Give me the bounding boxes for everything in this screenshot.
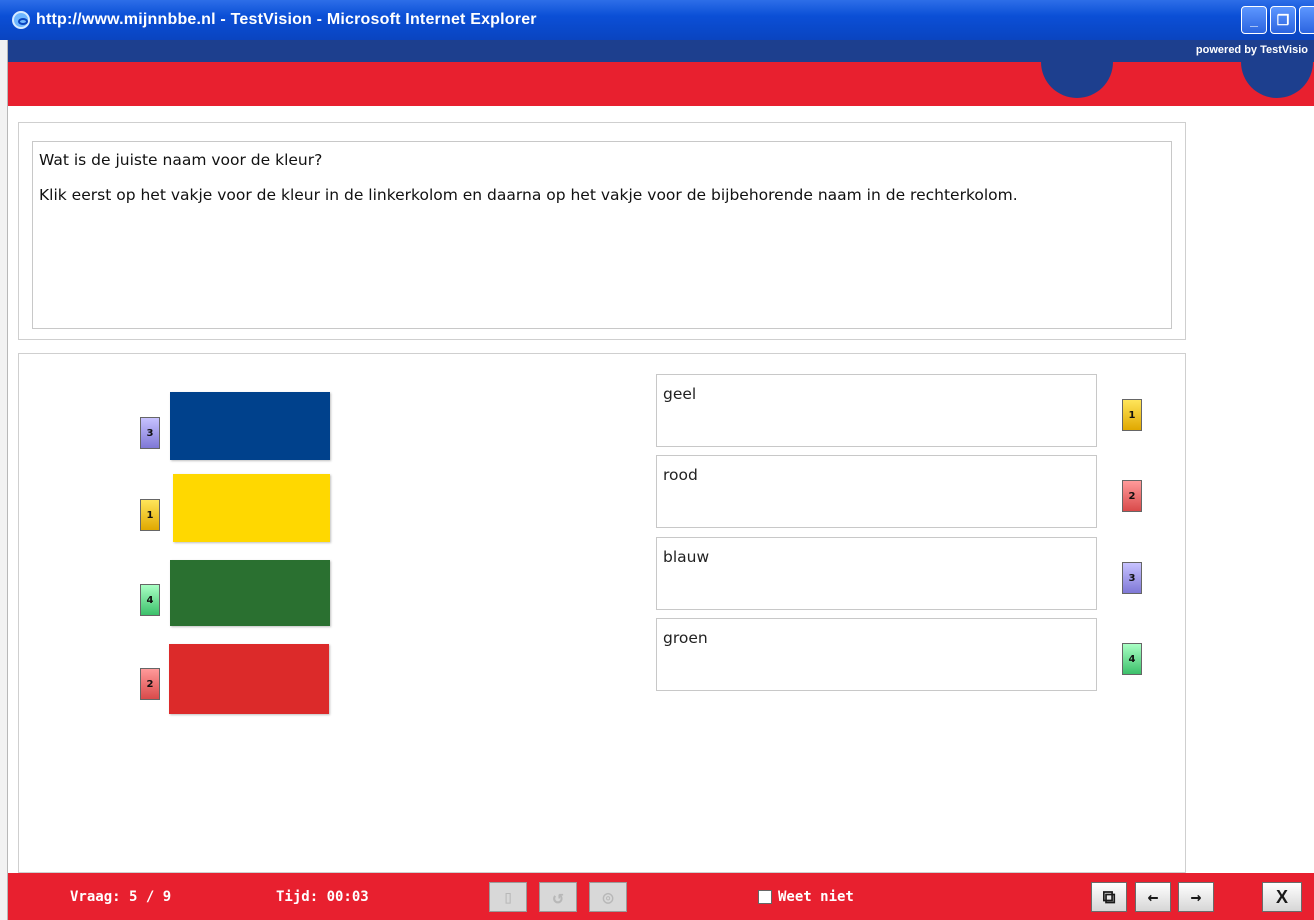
color-swatch-yellow[interactable] [173,474,330,542]
window-left-border [0,40,8,920]
internet-explorer-icon [12,11,30,29]
question-panel: Wat is de juiste naam voor de kleur? Kli… [18,122,1186,340]
timer: Tijd: 00:03 [276,889,369,905]
color-name-box: groen [656,618,1097,691]
close-test-button[interactable]: X [1262,882,1302,912]
header-circle-decoration [1241,62,1313,98]
color-swatch-blue[interactable] [170,392,330,460]
maximize-button[interactable]: ❐ [1270,6,1296,34]
color-name-box: geel [656,374,1097,447]
question-prompt: Wat is de juiste naam voor de kleur? [39,151,323,169]
color-match-badge[interactable]: 4 [140,584,160,616]
color-match-badge[interactable]: 1 [140,499,160,531]
arrow-left-icon[interactable]: ← [1135,882,1171,912]
header-band: powered by TestVisio [8,40,1314,62]
question-counter: Vraag: 5 / 9 [70,889,172,905]
window-close-button[interactable] [1299,6,1314,34]
powered-by-label: powered by TestVisio [1195,44,1308,56]
name-match-badge[interactable]: 3 [1122,562,1142,594]
undo-icon[interactable]: ↺ [539,882,577,912]
color-swatch-red[interactable] [169,644,329,714]
minimize-button[interactable]: _ [1241,6,1267,34]
dont-know-label[interactable]: Weet niet [778,889,854,905]
color-name-box: rood [656,455,1097,528]
color-match-badge[interactable]: 2 [140,668,160,700]
answer-panel: 3 1 4 2 geel 1 rood 2 blauw 3 groen 4 [18,353,1186,873]
window-title-bar: http://www.mijnnbbe.nl - TestVision - Mi… [0,0,1314,40]
eye-icon[interactable]: ◎ [589,882,627,912]
window-title: http://www.mijnnbbe.nl - TestVision - Mi… [36,11,537,28]
book-icon[interactable]: ▯ [489,882,527,912]
color-swatch-green[interactable] [170,560,330,626]
dont-know-checkbox[interactable] [758,890,772,904]
name-match-badge[interactable]: 1 [1122,399,1142,431]
color-match-badge[interactable]: 3 [140,417,160,449]
question-instruction: Klik eerst op het vakje voor de kleur in… [39,186,1018,204]
header-red-band [8,62,1314,106]
copy-icon[interactable]: ⧉ [1091,882,1127,912]
name-match-badge[interactable]: 2 [1122,480,1142,512]
color-name-box: blauw [656,537,1097,610]
question-text-box: Wat is de juiste naam voor de kleur? Kli… [32,141,1172,329]
arrow-right-icon[interactable]: → [1178,882,1214,912]
header-circle-decoration [1041,62,1113,98]
footer-bar: Vraag: 5 / 9 Tijd: 00:03 ▯ ↺ ◎ Weet niet… [8,873,1314,920]
name-match-badge[interactable]: 4 [1122,643,1142,675]
